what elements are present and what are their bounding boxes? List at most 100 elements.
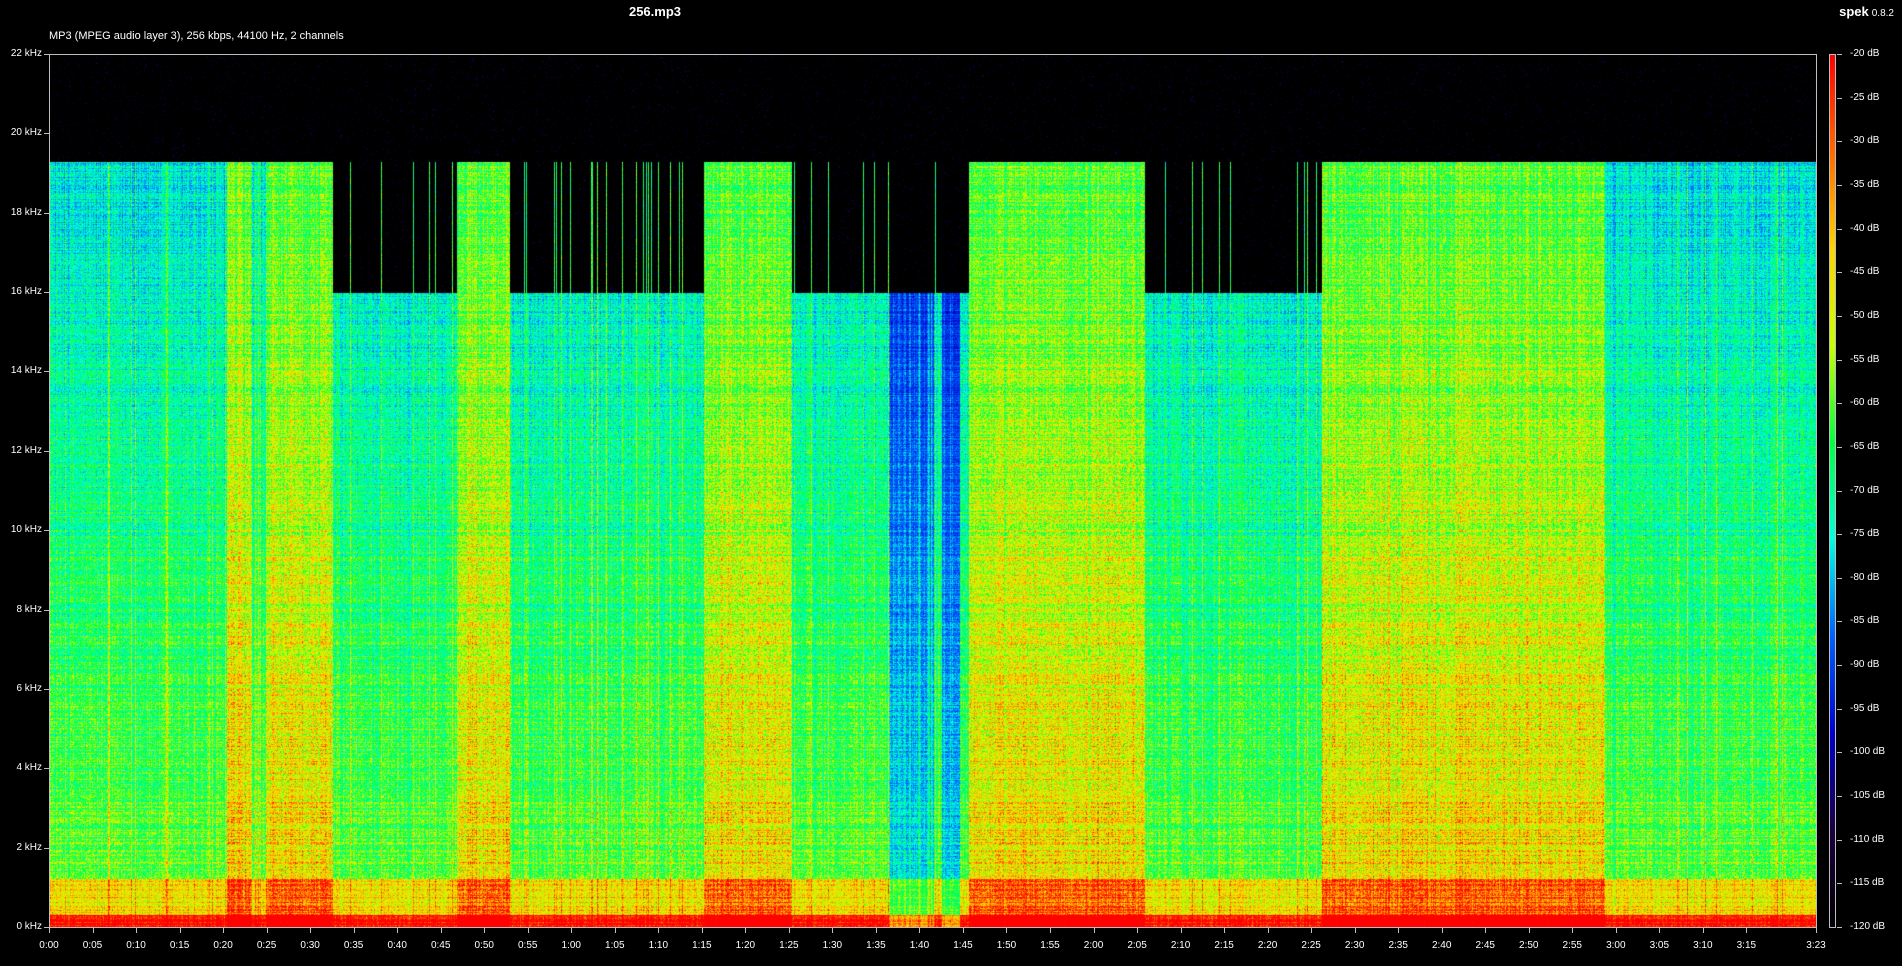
db-tick-mark	[1837, 97, 1842, 99]
time-tick-mark	[701, 928, 703, 933]
freq-tick-mark	[44, 54, 49, 55]
freq-tick-label: 8 kHz	[16, 603, 42, 615]
db-tick-mark	[1837, 665, 1842, 667]
time-tick-mark	[440, 928, 442, 933]
time-tick-mark	[1006, 928, 1008, 933]
time-tick-label: 0:30	[300, 940, 320, 951]
time-tick-label: 1:55	[1040, 940, 1060, 951]
time-tick-label: 1:20	[735, 940, 756, 951]
time-tick-label: 3:23	[1806, 940, 1826, 951]
time-tick-mark	[223, 928, 225, 933]
db-tick-mark	[1837, 272, 1842, 274]
db-tick-label: -120 dB	[1850, 921, 1886, 932]
time-tick-mark	[266, 928, 268, 933]
db-tick-label: -90 dB	[1850, 659, 1880, 671]
time-tick-label: 1:30	[822, 940, 843, 951]
time-tick-label: 0:50	[474, 940, 494, 951]
db-tick-label: -45 dB	[1850, 266, 1880, 278]
app-version: 0.8.2	[1871, 8, 1894, 19]
time-tick-label: 2:55	[1562, 940, 1582, 951]
freq-tick-mark	[44, 847, 49, 849]
freq-tick-mark	[44, 609, 49, 611]
time-tick-label: 0:55	[518, 940, 538, 951]
db-tick-label: -35 dB	[1850, 178, 1880, 190]
time-tick-label: 0:40	[387, 940, 407, 951]
time-tick-label: 1:15	[692, 940, 712, 951]
time-tick-label: 2:40	[1431, 940, 1452, 951]
db-tick-label: -115 dB	[1850, 877, 1885, 889]
db-tick-mark	[1837, 708, 1842, 710]
time-tick-mark	[49, 928, 50, 933]
db-tick-mark	[1837, 228, 1842, 230]
time-tick-mark	[1137, 928, 1139, 933]
db-tick-mark	[1837, 839, 1842, 841]
time-tick-mark	[1746, 928, 1748, 933]
db-tick-mark	[1837, 184, 1842, 186]
db-tick-label: -20 dB	[1850, 48, 1880, 59]
freq-tick-mark	[44, 292, 49, 294]
freq-tick-mark	[44, 212, 49, 214]
time-tick-mark	[1485, 928, 1487, 933]
time-tick-mark	[179, 928, 181, 933]
time-tick-label: 1:10	[648, 940, 669, 951]
db-tick-label: -30 dB	[1850, 135, 1880, 147]
db-tick-mark	[1837, 621, 1842, 623]
db-tick-mark	[1837, 883, 1842, 885]
db-tick-mark	[1837, 54, 1842, 55]
time-tick-label: 1:50	[996, 940, 1017, 951]
time-tick-mark	[1398, 928, 1400, 933]
db-tick-label: -70 dB	[1850, 484, 1880, 496]
time-tick-label: 2:05	[1127, 940, 1147, 951]
db-tick-label: -25 dB	[1850, 91, 1880, 103]
time-tick-label: 2:25	[1301, 940, 1321, 951]
time-tick-label: 3:05	[1649, 940, 1670, 951]
time-tick-mark	[1702, 928, 1704, 933]
freq-tick-label: 14 kHz	[10, 365, 42, 377]
time-tick-label: 1:45	[953, 940, 973, 951]
db-tick-label: -105 dB	[1850, 790, 1886, 802]
time-tick-mark	[353, 928, 355, 933]
freq-tick-label: 2 kHz	[16, 841, 42, 853]
freq-tick-mark	[44, 530, 49, 532]
freq-tick-label: 18 kHz	[10, 206, 42, 218]
time-tick-mark	[962, 928, 964, 933]
db-tick-label: -40 dB	[1850, 222, 1880, 234]
time-tick-mark	[1354, 928, 1356, 933]
time-tick-mark	[1816, 928, 1817, 933]
time-tick-mark	[788, 928, 790, 933]
time-tick-mark	[658, 928, 660, 933]
app-brand: spek 0.8.2	[1839, 4, 1894, 19]
freq-tick-mark	[44, 371, 49, 373]
time-tick-mark	[1050, 928, 1051, 933]
spectrogram-canvas	[50, 55, 1816, 927]
file-title: 256.mp3	[628, 4, 682, 19]
time-tick-label: 2:15	[1214, 940, 1234, 951]
audio-info: MP3 (MPEG audio layer 3), 256 kbps, 4410…	[49, 30, 344, 42]
time-tick-label: 2:30	[1344, 940, 1365, 951]
time-tick-mark	[1180, 928, 1182, 933]
time-tick-mark	[832, 928, 834, 933]
time-tick-label: 0:05	[82, 940, 103, 951]
time-tick-label: 2:00	[1083, 940, 1104, 951]
spectrogram-plot[interactable]	[49, 54, 1817, 928]
time-tick-mark	[136, 928, 138, 933]
db-tick-label: -50 dB	[1850, 309, 1880, 321]
time-tick-label: 0:45	[430, 940, 451, 951]
time-tick-label: 2:20	[1257, 940, 1278, 951]
time-tick-mark	[527, 928, 529, 933]
freq-tick-label: 4 kHz	[16, 762, 42, 774]
time-tick-mark	[1224, 928, 1226, 933]
db-tick-mark	[1837, 315, 1842, 317]
freq-tick-mark	[44, 768, 49, 770]
time-tick-mark	[1615, 928, 1617, 933]
db-tick-mark	[1837, 490, 1842, 492]
db-tick-label: -95 dB	[1850, 702, 1880, 714]
db-tick-mark	[1837, 752, 1842, 754]
time-tick-mark	[745, 928, 747, 933]
time-tick-label: 0:15	[169, 940, 190, 951]
time-tick-mark	[310, 928, 312, 933]
time-tick-label: 2:35	[1388, 940, 1408, 951]
db-tick-label: -80 dB	[1850, 571, 1880, 583]
db-tick-mark	[1837, 927, 1842, 928]
freq-tick-label: 0 kHz	[16, 921, 42, 932]
